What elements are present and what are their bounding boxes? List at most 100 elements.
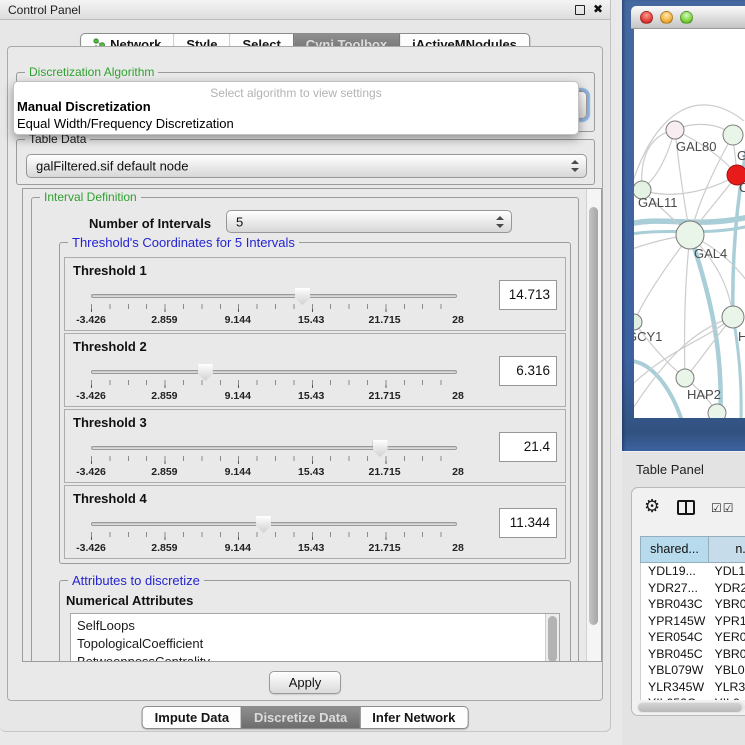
list-item[interactable]: SelfLoops xyxy=(71,614,559,635)
tick-label: 28 xyxy=(452,466,464,478)
cell[interactable]: YER054C xyxy=(641,629,709,646)
threshold-1-panel: Threshold 1 -3.426 2.859 9.144 xyxy=(64,257,566,331)
table-row[interactable]: YDL19... YDL1... xyxy=(641,563,745,580)
minimize-button[interactable] xyxy=(660,11,673,24)
node[interactable] xyxy=(708,404,726,418)
slider-track[interactable] xyxy=(91,370,457,374)
threshold-3-slider[interactable]: -3.426 2.859 9.144 15.43 21.715 28 xyxy=(83,440,465,482)
tab-discretize-data[interactable]: Discretize Data xyxy=(241,707,359,728)
table-row[interactable]: YIL052C YIL0... xyxy=(641,695,745,700)
tab-impute-data-label: Impute Data xyxy=(155,707,229,729)
slider-track[interactable] xyxy=(91,522,457,526)
tick-label: 21.715 xyxy=(369,390,401,402)
node[interactable] xyxy=(722,306,744,328)
threshold-2-slider[interactable]: -3.426 2.859 9.144 15.43 21.715 28 xyxy=(83,364,465,406)
cell[interactable]: YLR3... xyxy=(709,679,745,696)
combo-stepper-icon[interactable] xyxy=(570,160,579,172)
table-row[interactable]: YER054C YER0... xyxy=(641,629,745,646)
table-data-select[interactable]: galFiltered.sif default node xyxy=(26,154,587,178)
threshold-2-value-field[interactable]: 6.316 xyxy=(499,356,557,386)
table-row[interactable]: YPR145W YPR1... xyxy=(641,613,745,630)
table-row[interactable]: YLR345W YLR3... xyxy=(641,679,745,696)
tab-impute-data[interactable]: Impute Data xyxy=(143,707,241,728)
threshold-1-slider[interactable]: -3.426 2.859 9.144 15.43 21.715 28 xyxy=(83,288,465,330)
slider-thumb[interactable] xyxy=(198,364,213,381)
slider-thumb[interactable] xyxy=(373,440,388,457)
table-row[interactable]: YBL079W YBL0... xyxy=(641,662,745,679)
split-view-icon[interactable] xyxy=(677,500,695,515)
node-gal4[interactable] xyxy=(676,221,704,249)
table-horizontal-scrollbar[interactable] xyxy=(637,702,745,713)
number-of-intervals-select[interactable]: 5 xyxy=(226,210,512,233)
threshold-3-value-field[interactable]: 21.4 xyxy=(499,432,557,462)
list-item[interactable]: BetweennessCentrality xyxy=(71,653,559,662)
edge xyxy=(634,235,690,322)
slider-track[interactable] xyxy=(91,294,457,298)
cell[interactable]: YPR1... xyxy=(709,613,745,630)
list-item[interactable]: TopologicalCoefficient xyxy=(71,635,559,653)
dropdown-option-manual[interactable]: Manual Discretization xyxy=(14,98,578,115)
cell[interactable]: YDR27... xyxy=(641,580,709,597)
cell[interactable]: YBR0... xyxy=(709,596,745,613)
cell[interactable]: YDR2... xyxy=(709,580,745,597)
threshold-1-value-field[interactable]: 14.713 xyxy=(499,280,557,310)
table-panel-box: ⚙ ☑☑ shared... n... YDL19... YDL1... YDR… xyxy=(631,487,745,716)
list-scrollbar-thumb[interactable] xyxy=(548,616,557,662)
tick-label: 2.859 xyxy=(151,390,177,402)
cell[interactable]: YLR345W xyxy=(641,679,709,696)
settings-scrollbar[interactable] xyxy=(586,189,601,661)
float-window-icon[interactable] xyxy=(575,5,585,15)
cyni-toolbox-pane: Discretization Algorithm Select algorith… xyxy=(7,46,603,701)
list-scrollbar[interactable] xyxy=(545,614,559,662)
settings-scrollbar-thumb[interactable] xyxy=(589,207,598,625)
cell[interactable]: YBR045C xyxy=(641,646,709,663)
zoom-button[interactable] xyxy=(680,11,693,24)
numerical-attributes-list: SelfLoops TopologicalCoefficient Between… xyxy=(70,613,560,662)
node-label: GAL11 xyxy=(638,195,678,210)
node-label: GCY1 xyxy=(634,329,662,344)
node-gal80[interactable] xyxy=(666,121,684,139)
combo-stepper-icon[interactable] xyxy=(495,216,504,228)
apply-button[interactable]: Apply xyxy=(269,671,341,694)
tick-label: -3.426 xyxy=(76,314,106,326)
column-header-name[interactable]: n... xyxy=(708,536,745,563)
cell[interactable]: YER0... xyxy=(709,629,745,646)
tick-label: 9.144 xyxy=(225,314,251,326)
edge xyxy=(642,130,675,190)
cell[interactable]: YIL052C xyxy=(641,695,709,700)
attributes-group: Attributes to discretize Numerical Attri… xyxy=(59,580,571,662)
table-horizontal-scrollbar-thumb[interactable] xyxy=(638,703,742,712)
cell[interactable]: YBL0... xyxy=(709,662,745,679)
numerical-attributes-label: Numerical Attributes xyxy=(66,593,193,608)
slider-thumb[interactable] xyxy=(256,516,271,533)
table-row[interactable]: YDR27... YDR2... xyxy=(641,580,745,597)
cell[interactable]: YDL1... xyxy=(709,563,745,580)
slider-thumb[interactable] xyxy=(295,288,310,305)
cell[interactable]: YIL0... xyxy=(709,695,745,700)
close-button[interactable] xyxy=(640,11,653,24)
slider-tick-labels: -3.426 2.859 9.144 15.43 21.715 28 xyxy=(91,466,458,478)
checkbox-columns-icon[interactable]: ☑☑ xyxy=(711,501,735,515)
threshold-4-value-field[interactable]: 11.344 xyxy=(499,508,557,538)
gear-icon[interactable]: ⚙ xyxy=(644,496,660,517)
network-canvas[interactable]: GAL80 GA C GAL11 GAL4 GCY1 H HAP2 xyxy=(634,29,745,418)
dropdown-option-equal-width[interactable]: Equal Width/Frequency Discretization xyxy=(14,115,578,132)
tab-infer-network[interactable]: Infer Network xyxy=(359,707,467,728)
slider-ticks xyxy=(91,532,458,540)
node[interactable] xyxy=(723,125,743,145)
node-label: GAL80 xyxy=(676,139,716,154)
cell[interactable]: YPR145W xyxy=(641,613,709,630)
cell[interactable]: YDL19... xyxy=(641,563,709,580)
cell[interactable]: YBL079W xyxy=(641,662,709,679)
column-header-shared-name[interactable]: shared... xyxy=(640,536,708,563)
table-row[interactable]: YBR043C YBR0... xyxy=(641,596,745,613)
table-data-group: Table Data galFiltered.sif default node xyxy=(16,139,595,185)
node-gcy1[interactable] xyxy=(634,314,642,330)
node-hap2[interactable] xyxy=(676,369,694,387)
close-icon[interactable]: ✖ xyxy=(593,2,603,16)
table-row[interactable]: YBR045C YBR0... xyxy=(641,646,745,663)
slider-track[interactable] xyxy=(91,446,457,450)
threshold-4-slider[interactable]: -3.426 2.859 9.144 15.43 21.715 28 xyxy=(83,516,465,558)
cell[interactable]: YBR043C xyxy=(641,596,709,613)
cell[interactable]: YBR0... xyxy=(709,646,745,663)
